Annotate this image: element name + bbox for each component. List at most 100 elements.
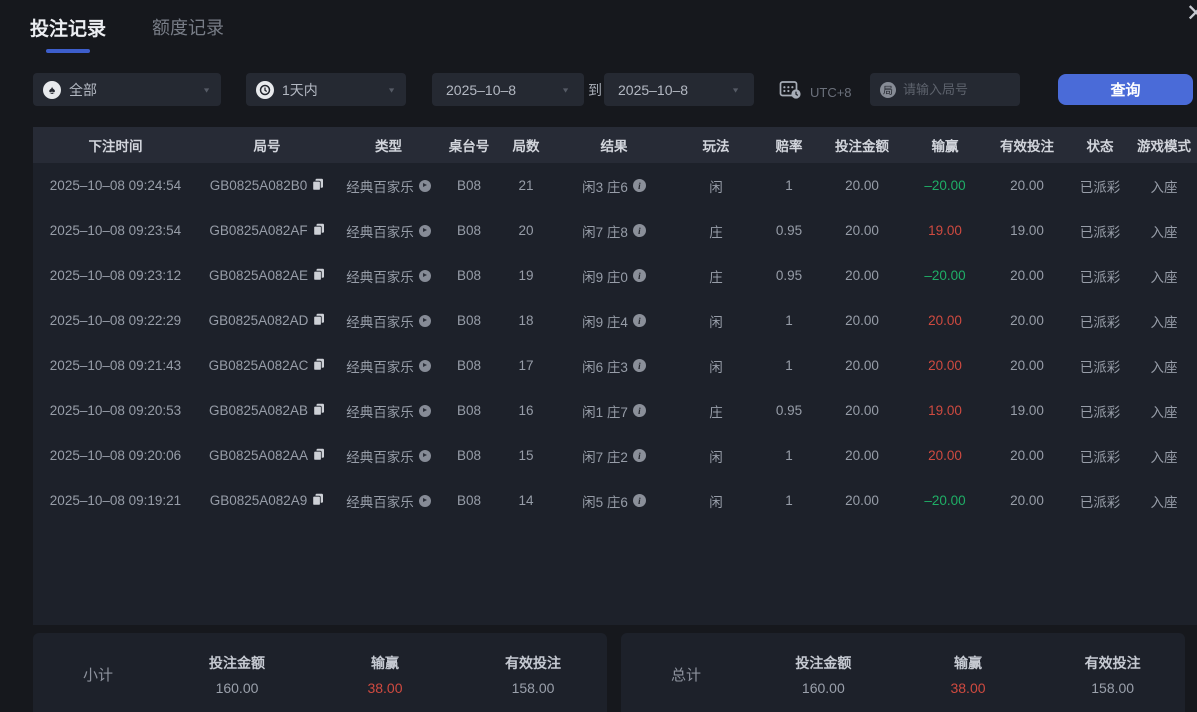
round-number-input[interactable]	[903, 82, 1010, 97]
info-icon[interactable]: i	[632, 314, 646, 327]
subtotal-panel: 小计 投注金额 160.00 输赢 38.00 有效投注 158.00	[33, 633, 607, 712]
time-range-value: 1天内	[282, 81, 318, 98]
cell-win-loss-text: –20.00	[924, 178, 966, 193]
cell-game-mode: 入座	[1131, 491, 1197, 511]
cell-bet-time: 2025–10–08 09:23:54	[33, 223, 198, 238]
cell-round-id-text: GB0825A082AF	[209, 223, 308, 238]
cell-round-no-text: 16	[518, 403, 534, 418]
cell-win-loss: 20.00	[905, 358, 985, 373]
cell-odds-text: 0.95	[775, 223, 803, 238]
active-tab-underline	[46, 49, 90, 53]
cell-bet-time-text: 2025–10–08 09:21:43	[49, 358, 182, 373]
video-badge-icon[interactable]	[418, 494, 431, 507]
copy-icon[interactable]	[313, 313, 325, 329]
total-bet-amount: 投注金额 160.00	[795, 654, 852, 696]
cell-round-id: GB0825A082AD	[198, 313, 336, 329]
cell-round-no: 16	[497, 403, 555, 418]
cell-round-no-text: 18	[518, 313, 534, 328]
video-badge-icon[interactable]	[418, 404, 431, 417]
chevron-down-icon: ▼	[387, 85, 396, 94]
cell-game-mode-text: 入座	[1150, 314, 1178, 330]
cell-game-mode: 入座	[1131, 311, 1197, 331]
copy-icon[interactable]	[312, 493, 324, 509]
info-icon[interactable]: i	[632, 224, 646, 237]
cell-bet-amount-text: 20.00	[845, 403, 879, 418]
cell-odds: 0.95	[759, 403, 819, 418]
cell-odds-text: 1	[785, 448, 793, 463]
video-badge-icon[interactable]	[418, 224, 431, 237]
cell-game-type: 经典百家乐	[336, 176, 441, 196]
video-badge-icon[interactable]	[418, 449, 431, 462]
video-badge-icon[interactable]	[418, 359, 431, 372]
tab-betting-records[interactable]: 投注记录	[30, 14, 106, 53]
cell-bet-amount-text: 20.00	[845, 448, 879, 463]
cell-game-mode: 入座	[1131, 356, 1197, 376]
search-button[interactable]: 查询	[1058, 74, 1193, 105]
cell-bet-time-text: 2025–10–08 09:22:29	[49, 313, 182, 328]
cell-result-text: 闲6 庄3	[582, 359, 628, 375]
cell-bet-type: 闲	[673, 356, 759, 376]
cell-table-id-text: B08	[456, 358, 482, 373]
cell-round-no-text: 19	[518, 268, 534, 283]
column-header: 类型	[375, 139, 402, 154]
cell-round-id-text: GB0825A082AB	[208, 403, 309, 418]
calendar-clock-icon	[779, 79, 802, 105]
cell-bet-amount: 20.00	[819, 268, 905, 283]
tab-quota-records[interactable]: 额度记录	[152, 14, 224, 53]
cell-win-loss: 19.00	[905, 223, 985, 238]
cell-status-text: 已派彩	[1079, 314, 1121, 330]
cell-valid-bet: 20.00	[985, 268, 1069, 283]
cell-table-id: B08	[441, 178, 497, 193]
copy-icon[interactable]	[313, 403, 325, 419]
info-icon[interactable]: i	[632, 449, 646, 462]
cell-bet-amount: 20.00	[819, 403, 905, 418]
cell-bet-type-text: 闲	[709, 359, 723, 375]
cell-valid-bet-text: 20.00	[1010, 493, 1044, 508]
copy-icon[interactable]	[313, 223, 325, 239]
date-to-select[interactable]: 2025–10–8 ▼	[604, 73, 754, 106]
cell-status-text: 已派彩	[1079, 179, 1121, 195]
info-icon[interactable]: i	[632, 269, 646, 282]
cell-bet-time-text: 2025–10–08 09:24:54	[49, 178, 182, 193]
time-range-select[interactable]: 1天内 ▼	[246, 73, 406, 106]
table-row: 2025–10–08 09:20:06 GB0825A082AA 经典百家乐 B08 1…	[33, 433, 1197, 478]
cell-round-no-text: 15	[518, 448, 534, 463]
video-badge-icon[interactable]	[418, 269, 431, 282]
close-icon[interactable]: ✕	[1186, 0, 1197, 28]
round-number-inputbox: 局	[870, 73, 1020, 106]
timezone-indicator[interactable]: UTC+8	[779, 79, 852, 105]
info-icon[interactable]: i	[632, 179, 646, 192]
cell-round-id: GB0825A082AA	[198, 448, 336, 464]
cell-win-loss: 20.00	[905, 313, 985, 328]
cell-bet-amount-text: 20.00	[845, 358, 879, 373]
tab-betting-records-label: 投注记录	[30, 19, 107, 40]
chevron-down-icon: ▼	[202, 85, 211, 94]
cell-game-type: 经典百家乐	[336, 491, 441, 511]
copy-icon[interactable]	[312, 178, 324, 194]
info-icon[interactable]: i	[632, 359, 646, 372]
copy-icon[interactable]	[313, 268, 325, 284]
copy-icon[interactable]	[313, 358, 325, 374]
game-type-value: 全部	[69, 81, 97, 98]
cell-game-type: 经典百家乐	[336, 401, 441, 421]
column-header: 输赢	[931, 139, 959, 154]
info-icon[interactable]: i	[632, 404, 646, 417]
video-badge-icon[interactable]	[418, 179, 431, 192]
date-from-select[interactable]: 2025–10–8 ▼	[432, 73, 584, 106]
cell-table-id: B08	[441, 358, 497, 373]
column-header: 有效投注	[1000, 139, 1054, 154]
column-header: 状态	[1086, 139, 1114, 154]
cell-game-mode-text: 入座	[1150, 269, 1178, 285]
video-badge-icon[interactable]	[418, 314, 431, 327]
cell-game-type-text: 经典百家乐	[346, 404, 414, 420]
info-icon[interactable]: i	[632, 494, 646, 507]
chevron-down-icon: ▼	[561, 85, 570, 94]
cell-status: 已派彩	[1069, 446, 1131, 466]
game-type-select[interactable]: ♠ 全部 ▼	[33, 73, 221, 106]
cell-valid-bet: 20.00	[985, 448, 1069, 463]
copy-icon[interactable]	[313, 448, 325, 464]
cell-result: 闲7 庄2 i	[555, 446, 673, 466]
cell-valid-bet-text: 20.00	[1010, 358, 1044, 373]
cell-game-type-text: 经典百家乐	[346, 269, 414, 285]
cell-bet-type: 庄	[673, 401, 759, 421]
